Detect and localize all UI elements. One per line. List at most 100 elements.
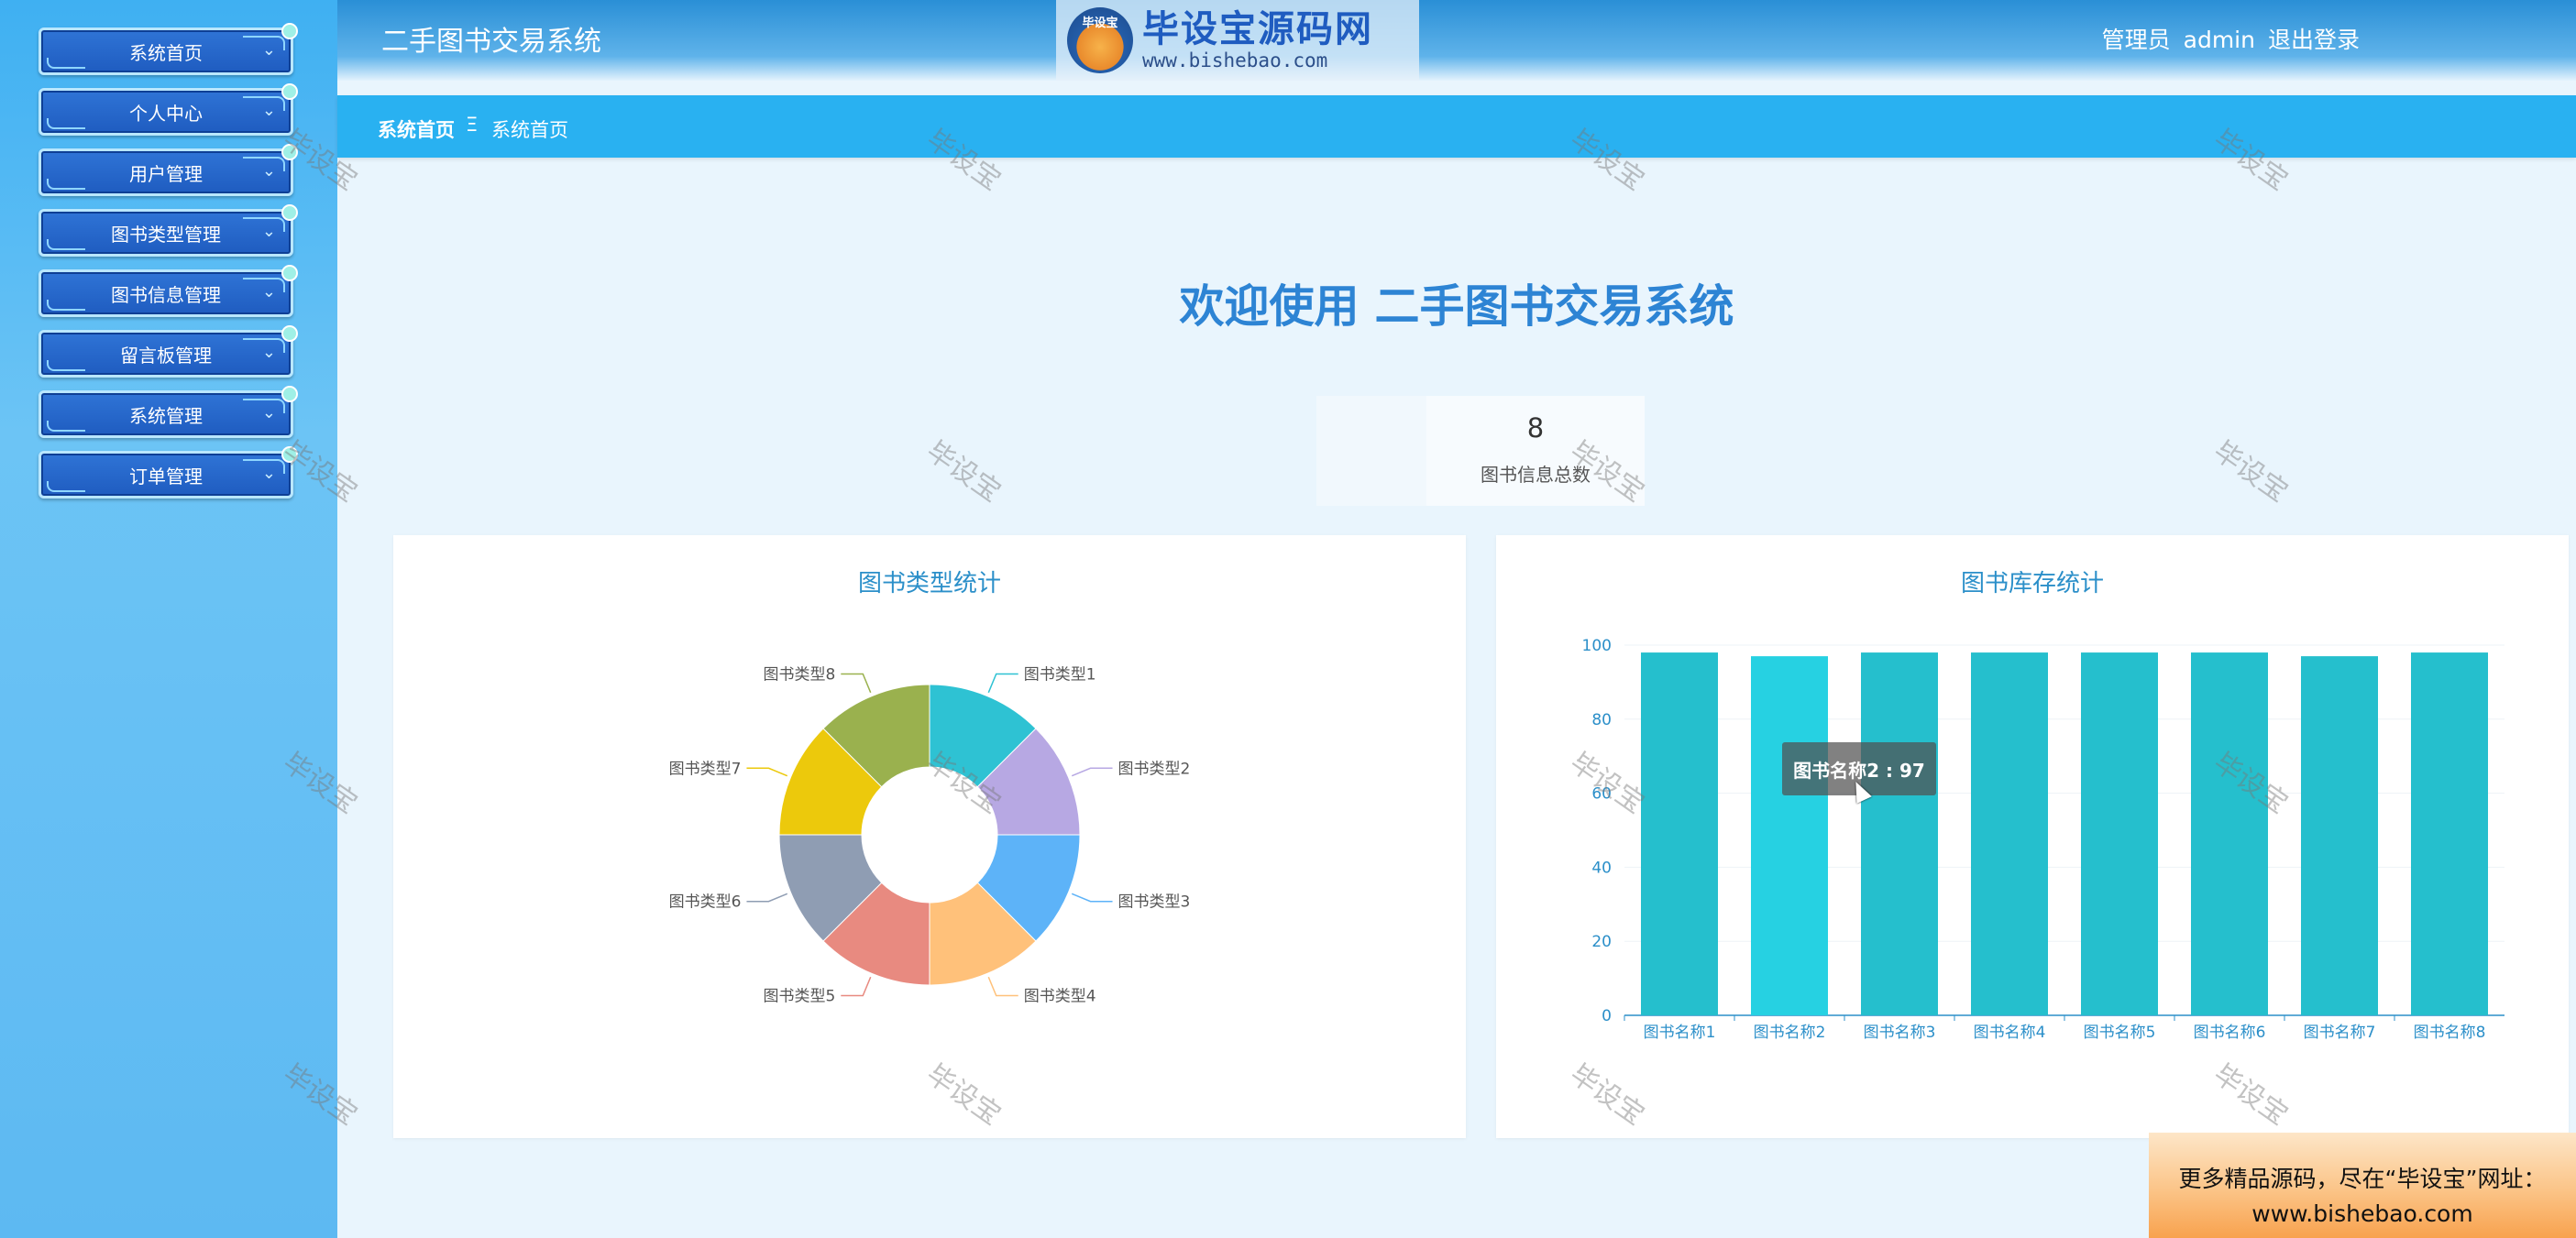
x-tick-label: 图书名称1 bbox=[1644, 1024, 1716, 1042]
badge-dot bbox=[281, 83, 298, 100]
sidebar-item-message-board[interactable]: 留言板管理 ⌄ bbox=[39, 325, 298, 378]
x-tick-label: 图书名称5 bbox=[2084, 1024, 2156, 1042]
sidebar-item-label: 图书类型管理 bbox=[111, 223, 221, 246]
bar[interactable] bbox=[2191, 652, 2268, 1015]
sidebar-item-profile[interactable]: 个人中心 ⌄ bbox=[39, 83, 298, 136]
user-area: 管理员 admin 退出登录 bbox=[2102, 22, 2360, 55]
logo-badge-icon: 毕设宝 bbox=[1067, 7, 1133, 73]
bar-chart[interactable]: 0 20 40 60 80 100 图书名称1 图书名称2 图书名称3 图书名称4 图书名称5 图书名… bbox=[1496, 535, 2569, 1138]
chevron-down-icon: ⌄ bbox=[261, 40, 276, 60]
y-tick-label: 60 bbox=[1591, 785, 1612, 804]
y-tick-label: 80 bbox=[1591, 711, 1612, 729]
pie-leader-line bbox=[987, 976, 1018, 997]
bar-chart-panel: 图书库存统计 0 20 40 60 80 100 图书名称1 图书名称2 图书名称3 图书名称4 图… bbox=[1496, 535, 2569, 1138]
app-title: 二手图书交易系统 bbox=[381, 26, 601, 58]
pie-leader-line bbox=[987, 673, 1018, 694]
bar[interactable] bbox=[2081, 652, 2158, 1015]
watermark: 毕设宝 bbox=[2207, 434, 2294, 509]
x-tick-label: 图书名称2 bbox=[1754, 1024, 1826, 1042]
ornament-left bbox=[47, 239, 85, 250]
x-tick-label: 图书名称3 bbox=[1864, 1024, 1936, 1042]
pie-leader-line bbox=[746, 767, 788, 777]
sidebar-item-label: 系统首页 bbox=[129, 41, 203, 64]
y-tick-label: 20 bbox=[1591, 933, 1612, 951]
pie-leader-line bbox=[841, 976, 872, 997]
logo-text: 毕设宝源码网 bbox=[1142, 8, 1373, 50]
promo-url: www.bishebao.com bbox=[2251, 1200, 2473, 1227]
username: admin bbox=[2183, 27, 2255, 53]
pie-label: 图书类型2 bbox=[1118, 760, 1191, 778]
pie-label: 图书类型1 bbox=[1024, 665, 1096, 684]
top-header: 二手图书交易系统 毕设宝 毕设宝源码网 www.bishebao.com 管理员… bbox=[337, 0, 2576, 81]
ornament-left bbox=[47, 481, 85, 492]
ornament-left bbox=[47, 58, 85, 69]
sidebar-item-orders[interactable]: 订单管理 ⌄ bbox=[39, 446, 298, 498]
ornament-left bbox=[47, 421, 85, 432]
pie-chart-panel: 图书类型统计 图书类型1 图书类型2 图书类型3 图书类型4 图书类型5 图书类型6 图书类… bbox=[393, 535, 1466, 1138]
ornament-left bbox=[47, 360, 85, 371]
pie-label: 图书类型5 bbox=[763, 988, 835, 1006]
chevron-down-icon: ⌄ bbox=[261, 282, 276, 301]
logout-link[interactable]: 退出登录 bbox=[2268, 27, 2360, 53]
sidebar-item-label: 用户管理 bbox=[129, 162, 203, 185]
ornament-left bbox=[47, 179, 85, 190]
pie-label: 图书类型7 bbox=[669, 760, 742, 778]
chevron-down-icon: ⌄ bbox=[261, 403, 276, 422]
site-logo: 毕设宝 毕设宝源码网 www.bishebao.com bbox=[1056, 0, 1419, 81]
pie-leader-line bbox=[746, 893, 788, 903]
breadcrumb-root[interactable]: 系统首页 bbox=[378, 115, 455, 143]
pie-label: 图书类型8 bbox=[763, 665, 835, 684]
badge-dot bbox=[281, 204, 298, 221]
sidebar-item-label: 订单管理 bbox=[129, 465, 203, 488]
sidebar-item-system[interactable]: 系统管理 ⌄ bbox=[39, 386, 298, 438]
pie-leader-line bbox=[1071, 893, 1113, 903]
pie-leader-line bbox=[1071, 767, 1113, 777]
bar[interactable] bbox=[1971, 652, 2048, 1015]
page-title: 欢迎使用 二手图书交易系统 bbox=[1179, 280, 1734, 333]
chevron-down-icon: ⌄ bbox=[261, 222, 276, 241]
y-tick-label: 0 bbox=[1602, 1007, 1612, 1025]
promo-banner[interactable]: 更多精品源码，尽在“毕设宝”网址： www.bishebao.com bbox=[2149, 1133, 2576, 1238]
chevron-down-icon: ⌄ bbox=[261, 161, 276, 181]
badge-dot bbox=[281, 446, 298, 463]
x-tick-label: 图书名称6 bbox=[2194, 1024, 2266, 1042]
x-tick-label: 图书名称7 bbox=[2304, 1024, 2376, 1042]
breadcrumb-current: 系统首页 bbox=[491, 119, 568, 141]
sidebar-item-label: 个人中心 bbox=[129, 102, 203, 125]
pie-label: 图书类型4 bbox=[1024, 988, 1096, 1006]
chevron-down-icon: ⌄ bbox=[261, 464, 276, 483]
badge-dot bbox=[281, 23, 298, 39]
pie-label: 图书类型6 bbox=[669, 893, 742, 912]
user-role: 管理员 bbox=[2101, 27, 2171, 53]
bar[interactable] bbox=[1861, 652, 1938, 1015]
stat-value: 8 bbox=[1526, 412, 1545, 444]
sidebar-item-book-info[interactable]: 图书信息管理 ⌄ bbox=[39, 265, 298, 317]
y-tick-label: 100 bbox=[1582, 637, 1612, 655]
badge-dot bbox=[281, 325, 298, 342]
x-tick-label: 图书名称8 bbox=[2414, 1024, 2486, 1042]
watermark: 毕设宝 bbox=[920, 434, 1007, 509]
sidebar: 系统首页 ⌄ 个人中心 ⌄ 用户管理 ⌄ 图书类型管理 ⌄ 图书信息管理 ⌄ 留… bbox=[0, 0, 337, 1238]
y-tick-label: 40 bbox=[1591, 859, 1612, 877]
sidebar-item-users[interactable]: 用户管理 ⌄ bbox=[39, 144, 298, 196]
sidebar-item-home[interactable]: 系统首页 ⌄ bbox=[39, 23, 298, 75]
bar[interactable] bbox=[2411, 652, 2488, 1015]
badge-dot bbox=[281, 386, 298, 402]
breadcrumb-separator: Ξ bbox=[466, 114, 479, 136]
promo-line1: 更多精品源码，尽在“毕设宝”网址： bbox=[2178, 1166, 2547, 1192]
ornament-left bbox=[47, 118, 85, 129]
breadcrumb: 系统首页 Ξ 系统首页 bbox=[337, 95, 2576, 158]
chevron-down-icon: ⌄ bbox=[261, 101, 276, 120]
pie-leader-line bbox=[841, 673, 872, 694]
pie-chart[interactable]: 图书类型1 图书类型2 图书类型3 图书类型4 图书类型5 图书类型6 图书类型7 图书类型8 bbox=[393, 535, 1466, 1138]
bar[interactable] bbox=[2301, 656, 2378, 1015]
sidebar-item-book-types[interactable]: 图书类型管理 ⌄ bbox=[39, 204, 298, 257]
ornament-left bbox=[47, 300, 85, 311]
sidebar-item-label: 系统管理 bbox=[129, 404, 203, 427]
stat-icon bbox=[1316, 396, 1426, 506]
bar[interactable] bbox=[1751, 656, 1828, 1015]
pie-label: 图书类型3 bbox=[1118, 893, 1191, 912]
logo-url: www.bishebao.com bbox=[1142, 49, 1328, 71]
badge-dot bbox=[281, 265, 298, 281]
bar[interactable] bbox=[1641, 652, 1718, 1015]
